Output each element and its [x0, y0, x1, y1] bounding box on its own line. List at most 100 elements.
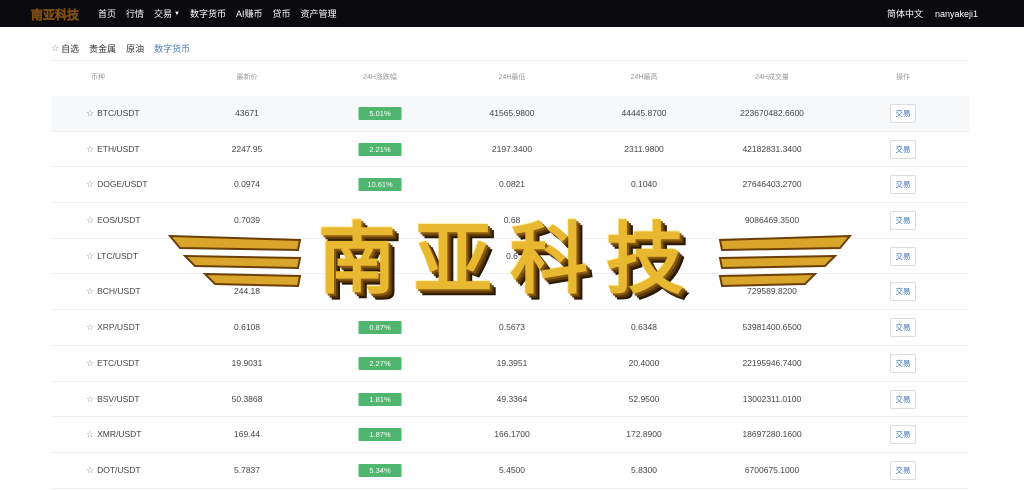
- trade-button[interactable]: 交易: [890, 104, 916, 123]
- svg-text:南亚科技: 南亚科技: [31, 7, 80, 22]
- trade-button[interactable]: 交易: [890, 425, 916, 445]
- favorite-star-icon[interactable]: ☆: [86, 417, 94, 452]
- username-link[interactable]: nanyakeji1: [935, 9, 978, 19]
- table-row[interactable]: ☆ BTC/USDT 43671 5.01% 41565.9800 44445.8700 2…: [51, 96, 969, 132]
- pair-cell: ☆ ETC/USDT: [86, 346, 140, 381]
- nav-item-4[interactable]: AI赚币: [236, 7, 263, 20]
- column-header: 24H最低: [498, 74, 526, 81]
- trade-button[interactable]: 交易: [890, 246, 916, 266]
- favorite-star-icon[interactable]: ☆: [86, 203, 94, 238]
- price-cell: 169.44: [234, 429, 260, 440]
- trade-button[interactable]: 交易: [890, 211, 916, 231]
- change-badge: 1.87%: [358, 428, 402, 442]
- trade-button[interactable]: 交易: [890, 353, 916, 373]
- pair-cell: ☆ DOGE/USDT: [86, 167, 148, 202]
- nav-item-6[interactable]: 资产管理: [301, 7, 337, 20]
- table-row[interactable]: ☆ XRP/USDT 0.6108 0.87% 0.5673 0.6348 53981400…: [51, 310, 969, 346]
- table-row[interactable]: ☆ ETC/USDT 19.9031 2.27% 19.3951 20.4000 22195…: [51, 346, 969, 382]
- pair-name: XRP/USDT: [97, 322, 141, 333]
- pair-name: XMR/USDT: [97, 429, 142, 440]
- tab-2[interactable]: 原油: [126, 36, 144, 60]
- favorite-star-icon[interactable]: ☆: [86, 96, 94, 131]
- tabs-divider: [51, 60, 969, 61]
- pair-cell: ☆ BCH/USDT: [86, 274, 141, 309]
- nav-item-label: AI赚币: [236, 9, 263, 19]
- nav-item-label: 贷币: [272, 9, 291, 19]
- trade-button[interactable]: 交易: [890, 460, 916, 480]
- favorite-star-icon[interactable]: ☆: [86, 167, 94, 202]
- tab-label: 贵金属: [89, 43, 117, 54]
- favorite-star-icon[interactable]: ☆: [86, 274, 94, 309]
- table-row[interactable]: ☆ BSV/USDT 50.3868 1.81% 49.3364 52.9500 13002…: [51, 382, 969, 418]
- nav-item-3[interactable]: 数字货币: [190, 7, 226, 20]
- nav-item-2[interactable]: 交易 ▼: [154, 7, 180, 20]
- favorite-star-icon[interactable]: ☆: [86, 310, 94, 345]
- favorite-star-icon[interactable]: ☆: [86, 239, 94, 274]
- nav-item-label: 首页: [98, 9, 117, 19]
- favorite-star-icon[interactable]: ☆: [86, 382, 94, 417]
- change-badge: 10.61%: [358, 178, 402, 192]
- column-header: 最新价: [236, 74, 258, 81]
- low-cell: 19.3951: [496, 357, 528, 368]
- volume-cell: 6700675.1000: [744, 464, 800, 475]
- table-row[interactable]: ☆ DOT/USDT 5.7837 5.34% 5.4500 5.8300 6700675.…: [51, 453, 969, 489]
- nav-item-label: 交易: [154, 9, 173, 19]
- table-row[interactable]: ☆ BCH/USDT 244.18 729589.8200 交易: [51, 274, 969, 311]
- tab-label: 自选: [61, 43, 80, 54]
- price-cell: 0.6108: [234, 322, 260, 333]
- volume-cell: 9086469.3500: [744, 215, 800, 226]
- favorite-star-icon[interactable]: ☆: [86, 132, 94, 167]
- price-cell: 5.7837: [234, 464, 260, 475]
- high-cell: 0.1040: [631, 179, 657, 190]
- table-row[interactable]: ☆ EOS/USDT 0.7039 0.68 9086469.3500 交易: [51, 203, 969, 239]
- pair-name: BCH/USDT: [97, 286, 141, 297]
- column-header: 24H最高: [630, 74, 658, 81]
- high-cell: 172.8900: [626, 429, 662, 440]
- trade-button[interactable]: 交易: [890, 139, 916, 159]
- pair-name: ETC/USDT: [97, 357, 140, 368]
- low-cell: 5.4500: [499, 464, 525, 475]
- nav-item-1[interactable]: 行情: [126, 7, 144, 20]
- volume-cell: 53981400.6500: [742, 322, 802, 333]
- tab-1[interactable]: 贵金属: [89, 36, 116, 60]
- table-row[interactable]: ☆ LTC/USDT 0.6 交易: [51, 239, 969, 275]
- volume-cell: 223670482.6600: [740, 108, 804, 118]
- nav-item-5[interactable]: 贷币: [273, 7, 291, 20]
- tab-0[interactable]: ☆ 自选: [51, 36, 79, 60]
- pair-name: ETH/USDT: [97, 143, 140, 154]
- pair-cell: ☆ BTC/USDT: [86, 96, 140, 131]
- table-row[interactable]: ☆ DOGE/USDT 0.0974 10.61% 0.0821 0.1040 276464…: [51, 167, 969, 204]
- nav-item-label: 数字货币: [190, 9, 227, 19]
- main-nav: 首页 行情 交易 ▼ 数字货币 AI赚币 贷币 资产管理: [98, 0, 347, 27]
- brand-logo[interactable]: 南亚科技: [30, 2, 80, 25]
- volume-cell: 27646403.2700: [742, 179, 802, 190]
- trade-button[interactable]: 交易: [890, 389, 916, 409]
- low-cell: 2197.3400: [491, 143, 533, 154]
- nav-item-label: 行情: [126, 9, 145, 19]
- favorite-star-icon[interactable]: ☆: [86, 346, 94, 381]
- tab-3[interactable]: 数字货币: [150, 36, 195, 61]
- high-cell: 0.6348: [631, 322, 657, 333]
- table-row[interactable]: ☆ XMR/USDT 169.44 1.87% 166.1700 172.8900 1869…: [51, 417, 969, 453]
- table-row[interactable]: ☆ ETH/USDT 2247.95 2.21% 2197.3400 2311.9800 4…: [51, 132, 969, 168]
- language-selector[interactable]: 简体中文: [887, 7, 923, 20]
- pair-cell: ☆ LTC/USDT: [86, 239, 138, 274]
- high-cell: 2311.9800: [624, 143, 664, 154]
- volume-cell: 22195946.7400: [742, 357, 802, 368]
- trade-button[interactable]: 交易: [890, 175, 916, 195]
- pair-cell: ☆ XRP/USDT: [86, 310, 140, 345]
- high-cell: 44445.8700: [621, 108, 667, 118]
- favorite-star-icon[interactable]: ☆: [86, 453, 94, 488]
- change-badge: 1.81%: [358, 392, 402, 406]
- change-badge: 2.27%: [358, 356, 402, 370]
- price-cell: 19.9031: [231, 357, 263, 368]
- volume-cell: 13002311.0100: [742, 393, 802, 404]
- low-cell: 0.6: [506, 250, 518, 261]
- table-header: 币种 最新价 24H涨跌幅 24H最低 24H最高 24H成交量 操作: [51, 66, 969, 90]
- nav-item-0[interactable]: 首页: [98, 7, 116, 20]
- pair-cell: ☆ BSV/USDT: [86, 382, 140, 417]
- trade-button[interactable]: 交易: [890, 282, 916, 302]
- trade-button[interactable]: 交易: [890, 318, 916, 338]
- nav-item-label: 资产管理: [300, 9, 337, 19]
- star-icon: ☆: [51, 42, 60, 53]
